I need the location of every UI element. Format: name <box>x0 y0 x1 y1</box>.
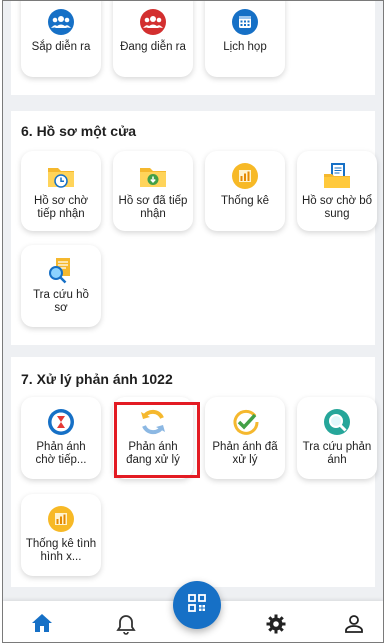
tile-label: Thống kê <box>221 195 269 207</box>
folder-download-icon <box>138 161 168 191</box>
tile-supplement-records[interactable]: Hồ sơ chờ bổ sung <box>297 151 377 231</box>
tile-label: Tra cứu hồ sơ <box>33 289 89 314</box>
home-icon[interactable] <box>31 613 55 635</box>
tile-pending-records[interactable]: Hồ sơ chờ tiếp nhận <box>21 151 101 231</box>
calendar-icon <box>230 7 260 37</box>
tile-feedback-pending[interactable]: Phản ánh chờ tiếp... <box>21 397 101 479</box>
tile-feedback-lookup[interactable]: Tra cứu phản ánh <box>297 397 377 479</box>
tile-feedback-processed[interactable]: Phản ánh đã xử lý <box>205 397 285 479</box>
qr-code-button[interactable] <box>173 581 221 629</box>
search-icon <box>322 407 352 437</box>
user-icon[interactable] <box>343 613 367 635</box>
people-group-icon <box>46 7 76 37</box>
tile-label: Hồ sơ đã tiếp nhận <box>118 195 188 220</box>
checkmark-icon <box>230 407 260 437</box>
tile-label: Sắp diễn ra <box>31 41 91 53</box>
people-group-icon <box>138 7 168 37</box>
tile-received-records[interactable]: Hồ sơ đã tiếp nhận <box>113 151 193 231</box>
tile-label: Phản ánh chờ tiếp... <box>35 441 87 466</box>
highlight-box <box>114 402 200 478</box>
qr-code-icon <box>187 593 207 618</box>
folder-clock-icon <box>46 161 76 191</box>
tile-label: Hồ sơ chờ bổ sung <box>301 195 373 220</box>
document-search-icon <box>46 255 76 285</box>
gear-icon[interactable] <box>265 613 289 635</box>
section-title: 7. Xử lý phản ánh 1022 <box>21 371 173 387</box>
tile-label: Phản ánh đã xử lý <box>212 441 278 466</box>
one-stop-section: 6. Hồ sơ một cửa Hồ sơ chờ tiếp nhận Hồ … <box>11 111 377 345</box>
tile-statistics[interactable]: Thống kê <box>205 151 285 231</box>
meetings-section: Sắp diễn ra Đang diễn ra Lịch họp <box>11 1 375 95</box>
tile-ongoing-meetings[interactable]: Đang diễn ra <box>113 1 193 77</box>
tile-meeting-calendar[interactable]: Lịch họp <box>205 1 285 77</box>
folder-documents-icon <box>322 161 352 191</box>
section-title: 6. Hồ sơ một cửa <box>21 123 137 139</box>
chart-icon <box>46 504 76 534</box>
tile-feedback-statistics[interactable]: Thống kê tình hình x... <box>21 494 101 576</box>
tile-label: Đang diễn ra <box>120 41 186 53</box>
tile-label: Tra cứu phản ánh <box>302 441 372 466</box>
tile-label: Lịch họp <box>223 41 267 53</box>
tile-label: Thống kê tình hình x... <box>25 538 97 563</box>
tile-lookup-records[interactable]: Tra cứu hồ sơ <box>21 245 101 327</box>
tile-upcoming-meetings[interactable]: Sắp diễn ra <box>21 1 101 77</box>
hourglass-icon <box>46 407 76 437</box>
tile-label: Hồ sơ chờ tiếp nhận <box>33 195 89 220</box>
chart-icon <box>230 161 260 191</box>
app-screen: Sắp diễn ra Đang diễn ra Lịch họp 6. Hồ … <box>2 0 384 643</box>
bell-icon[interactable] <box>115 613 139 635</box>
